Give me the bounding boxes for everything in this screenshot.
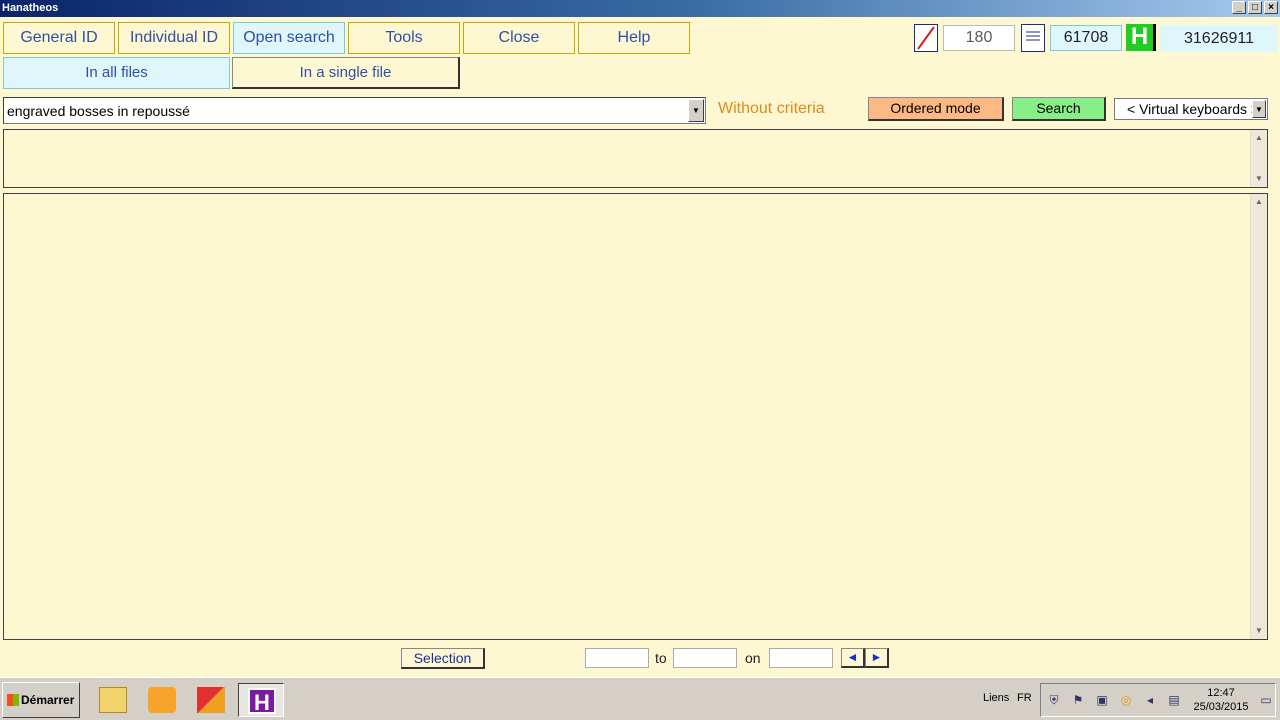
restore-button[interactable]: □	[1248, 1, 1262, 14]
scroll-down-icon[interactable]: ▼	[1251, 171, 1267, 187]
network-icon[interactable]: ▣	[1095, 693, 1109, 707]
scroll-up-icon[interactable]: ▲	[1251, 194, 1267, 210]
system-tray: ⛨ ⚑ ▣ ◎ ◂ ▤ 12:47 25/03/2015 ▭	[1040, 683, 1276, 717]
range-on-label: on	[745, 650, 761, 666]
update-icon[interactable]: ◎	[1119, 693, 1133, 707]
close-button[interactable]: Close	[463, 22, 575, 54]
chevron-down-icon[interactable]: ▼	[1252, 100, 1266, 118]
flag-icon[interactable]: ⚑	[1071, 693, 1085, 707]
count-total: 31626911	[1160, 25, 1278, 52]
volume-icon[interactable]: ◂	[1143, 693, 1157, 707]
links-toolbar[interactable]: Liens	[983, 692, 1009, 704]
tools-button[interactable]: Tools	[348, 22, 460, 54]
clock-time: 12:47	[1207, 687, 1235, 699]
media-player-icon	[148, 687, 176, 713]
apps-taskbar-button[interactable]	[188, 683, 234, 717]
scroll-up-icon[interactable]: ▲	[1251, 130, 1267, 146]
search-query-combo[interactable]: engraved bosses in repoussé ▼	[3, 97, 706, 124]
media-player-taskbar-button[interactable]	[139, 683, 185, 717]
previous-page-button[interactable]: ◄	[841, 648, 865, 668]
results-area[interactable]: ▲ ▼	[3, 193, 1268, 640]
criteria-label[interactable]: Without criteria	[718, 100, 825, 118]
clock-date: 25/03/2015	[1193, 701, 1249, 713]
hanatheos-logo-icon: H	[1126, 24, 1156, 51]
folder-icon	[99, 687, 127, 713]
vertical-scrollbar[interactable]: ▲ ▼	[1250, 194, 1267, 639]
general-id-button[interactable]: General ID	[3, 22, 115, 54]
selection-button[interactable]: Selection	[401, 648, 485, 669]
next-page-button[interactable]: ►	[865, 648, 889, 668]
chevron-down-icon[interactable]: ▼	[688, 99, 704, 122]
empty-document-icon[interactable]	[914, 24, 938, 52]
count-first: 180	[943, 25, 1015, 51]
taskbar: Démarrer H Liens FR ⛨ ⚑ ▣ ◎ ◂ ▤ 12:47 25…	[0, 677, 1280, 720]
language-indicator[interactable]: FR	[1017, 692, 1032, 704]
virtual-keyboards-select[interactable]: < Virtual keyboards > ▼	[1114, 98, 1268, 120]
individual-id-button[interactable]: Individual ID	[118, 22, 230, 54]
window-title: Hanatheos	[2, 2, 59, 14]
search-button[interactable]: Search	[1012, 97, 1106, 121]
tab-all-files[interactable]: In all files	[3, 57, 230, 89]
clock[interactable]: 12:47 25/03/2015	[1191, 686, 1251, 714]
open-search-button[interactable]: Open search	[233, 22, 345, 54]
range-to-input[interactable]	[673, 648, 737, 668]
monitor-icon[interactable]: ▤	[1167, 693, 1181, 707]
show-desktop-icon[interactable]: ▭	[1259, 693, 1273, 707]
virtual-keyboards-label: < Virtual keyboards >	[1127, 101, 1260, 117]
windows-logo-icon	[7, 694, 19, 706]
close-window-button[interactable]: ×	[1264, 1, 1278, 14]
explorer-taskbar-button[interactable]	[90, 683, 136, 717]
start-button[interactable]: Démarrer	[2, 682, 80, 718]
tab-single-file[interactable]: In a single file	[232, 57, 460, 89]
search-query-value[interactable]: engraved bosses in repoussé	[7, 98, 190, 124]
count-second: 61708	[1050, 25, 1122, 51]
document-icon[interactable]	[1021, 24, 1045, 52]
query-detail-area[interactable]: ▲ ▼	[3, 129, 1268, 188]
hanatheos-taskbar-button[interactable]: H	[238, 683, 284, 717]
range-to-label: to	[655, 650, 667, 666]
range-total-input[interactable]	[769, 648, 833, 668]
range-from-input[interactable]	[585, 648, 649, 668]
window-title-bar: Hanatheos _ □ ×	[0, 0, 1280, 17]
start-label: Démarrer	[21, 693, 75, 707]
scroll-down-icon[interactable]: ▼	[1251, 623, 1267, 639]
apps-icon	[197, 687, 225, 713]
hanatheos-icon: H	[248, 688, 276, 715]
ordered-mode-button[interactable]: Ordered mode	[868, 97, 1004, 121]
minimize-button[interactable]: _	[1232, 1, 1246, 14]
security-icon[interactable]: ⛨	[1047, 693, 1061, 707]
vertical-scrollbar[interactable]: ▲ ▼	[1250, 130, 1267, 187]
help-button[interactable]: Help	[578, 22, 690, 54]
